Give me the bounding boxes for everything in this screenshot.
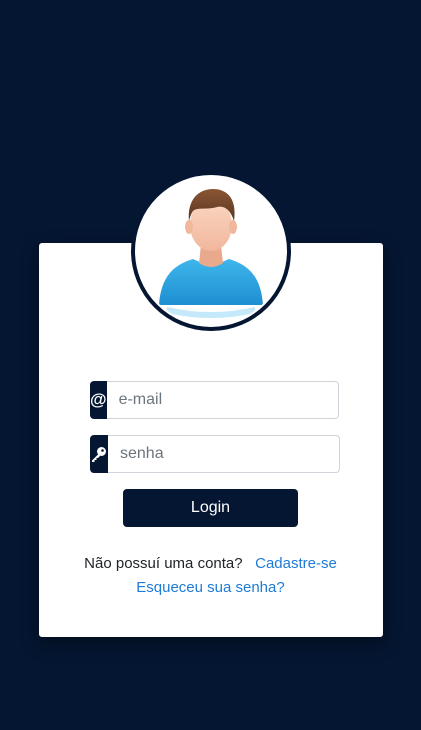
email-input-group: @: [90, 381, 339, 419]
forgot-password-prompt: Esqueceu sua senha?: [0, 578, 421, 598]
login-page: @ Login Não possuí uma conta? Cadastre-s…: [0, 0, 421, 730]
password-input-group: [90, 435, 340, 473]
signup-prompt: Não possuí uma conta? Cadastre-se: [0, 554, 421, 574]
avatar: [131, 171, 291, 331]
email-field[interactable]: [106, 381, 339, 419]
at-icon: @: [90, 381, 107, 419]
login-button[interactable]: Login: [123, 489, 298, 527]
no-account-text: Não possuí uma conta?: [84, 555, 243, 572]
key-icon: [90, 435, 108, 473]
forgot-password-link[interactable]: Esqueceu sua senha?: [136, 579, 284, 596]
signup-link[interactable]: Cadastre-se: [255, 555, 337, 572]
user-avatar-icon: [135, 175, 287, 327]
password-field[interactable]: [108, 435, 340, 473]
